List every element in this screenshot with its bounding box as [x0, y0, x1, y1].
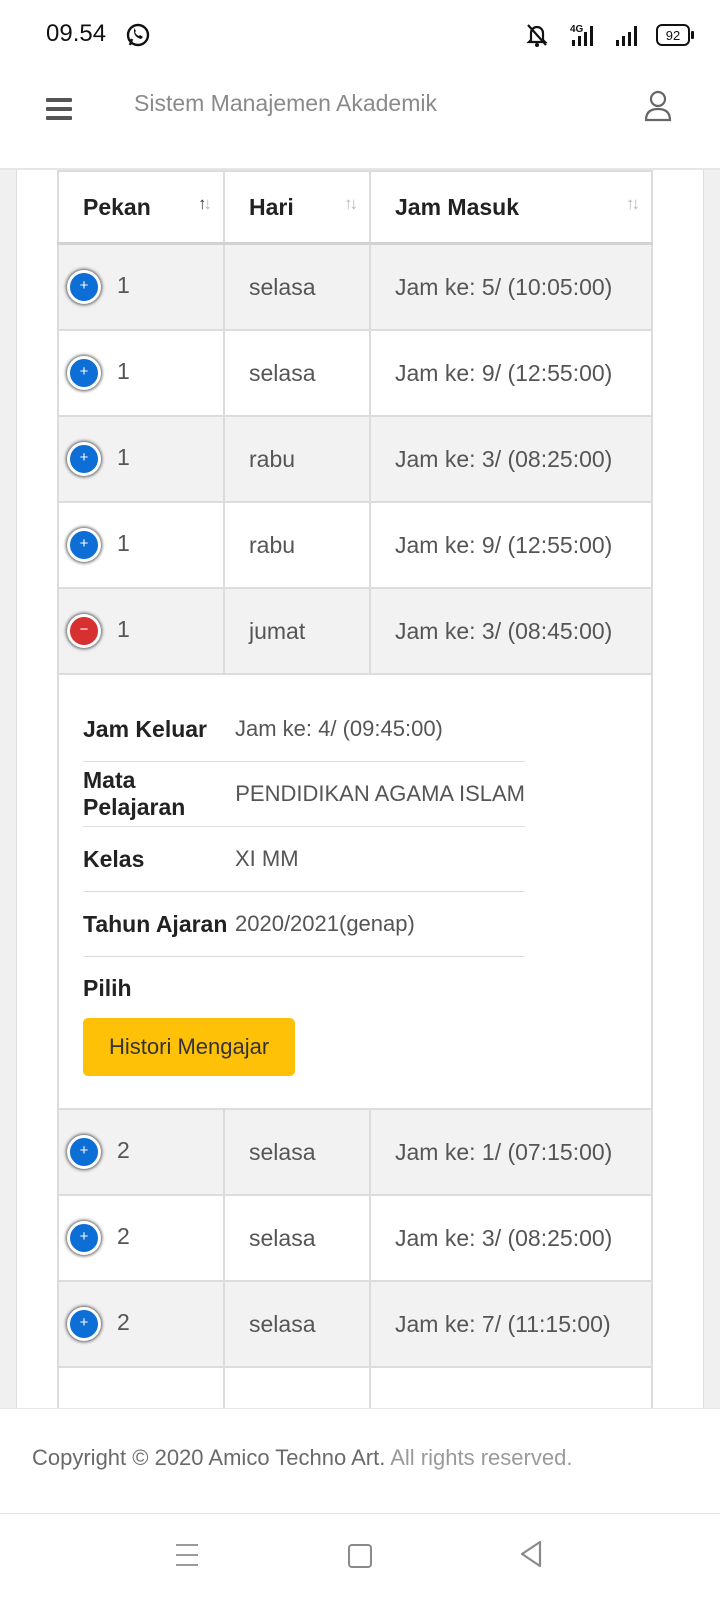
cell-jam-masuk: Jam ke: 9/ (12:55:00) — [369, 501, 653, 589]
table-row-expanded[interactable]: −1 jumat Jam ke: 3/ (08:45:00) — [57, 587, 653, 675]
cell-pekan: 1 — [117, 272, 130, 299]
detail-mata-pelajaran: Mata Pelajaran PENDIDIKAN AGAMA ISLAM — [83, 762, 525, 827]
copyright-owner: Copyright © 2020 Amico Techno Art. — [32, 1445, 386, 1470]
expand-plus-icon[interactable]: + — [67, 1135, 101, 1169]
table-row[interactable]: +2 selasa Jam ke: 1/ (07:15:00) — [57, 1108, 653, 1196]
cell-hari: selasa — [223, 1108, 371, 1196]
cell-jam-masuk: Jam ke: 1/ (07:15:00) — [369, 1108, 653, 1196]
detail-list: Jam Keluar Jam ke: 4/ (09:45:00) Mata Pe… — [83, 697, 525, 957]
schedule-table: Pekan ↑↓ Hari ↑↓ Jam Masuk ↑↓ + 1 selasa… — [57, 170, 653, 1408]
col-header-label: Jam Masuk — [395, 193, 520, 220]
sort-icon[interactable]: ↑↓ — [626, 194, 640, 214]
detail-label: Jam Keluar — [83, 715, 208, 742]
collapse-minus-icon[interactable]: − — [67, 614, 101, 648]
page-footer: Copyright © 2020 Amico Techno Art. All r… — [0, 1408, 720, 1515]
table-row[interactable]: +1 selasa Jam ke: 5/ (10:05:00) — [57, 242, 653, 331]
copyright-rights: All rights reserved. — [390, 1445, 573, 1470]
histori-mengajar-button[interactable]: Histori Mengajar — [83, 1018, 296, 1076]
cell-hari: selasa — [223, 242, 371, 331]
mute-bell-icon — [526, 24, 548, 47]
detail-value: 2020/2021(genap) — [235, 911, 415, 936]
schedule-card: Pekan ↑↓ Hari ↑↓ Jam Masuk ↑↓ + 1 selasa… — [16, 170, 704, 1408]
detail-jam-keluar: Jam Keluar Jam ke: 4/ (09:45:00) — [83, 697, 525, 762]
whatsapp-icon — [126, 23, 150, 47]
detail-tahun-ajaran: Tahun Ajaran 2020/2021(genap) — [83, 892, 525, 957]
expand-plus-icon[interactable]: + — [67, 1221, 101, 1255]
signal-icon — [616, 26, 637, 46]
table-row[interactable]: +1 selasa Jam ke: 9/ (12:55:00) — [57, 329, 653, 417]
expand-plus-icon[interactable]: + — [67, 356, 101, 390]
status-bar: 09.54 4G 92 — [0, 0, 720, 72]
cell-hari: jumat — [223, 587, 371, 675]
signal-4g-icon: 4G — [570, 24, 593, 46]
table-row-partial — [57, 1366, 653, 1408]
status-icons: 4G 92 — [522, 20, 694, 50]
user-icon[interactable] — [644, 90, 672, 122]
detail-label: Tahun Ajaran — [83, 910, 228, 937]
col-header-label: Hari — [249, 193, 294, 220]
cell-pekan: 1 — [117, 444, 130, 471]
system-nav-bar — [0, 1514, 720, 1600]
app-header: Sistem Manajemen Akademik — [0, 72, 720, 170]
detail-pilih-label: Pilih — [83, 975, 132, 1001]
detail-kelas: Kelas XI MM — [83, 827, 525, 892]
detail-label: Mata Pelajaran — [83, 767, 186, 820]
cell-hari: selasa — [223, 1194, 371, 1282]
expand-plus-icon[interactable]: + — [67, 528, 101, 562]
menu-icon[interactable] — [46, 98, 72, 120]
detail-label: Kelas — [83, 845, 145, 872]
table-row[interactable]: +1 rabu Jam ke: 3/ (08:25:00) — [57, 415, 653, 503]
cell-jam-masuk: Jam ke: 5/ (10:05:00) — [369, 242, 653, 331]
row-detail-cell: Jam Keluar Jam ke: 4/ (09:45:00) Mata Pe… — [57, 673, 653, 1110]
battery-icon: 92 — [656, 24, 694, 46]
home-icon[interactable] — [348, 1544, 372, 1568]
cell-jam-masuk: Jam ke: 3/ (08:25:00) — [369, 415, 653, 503]
cell-pekan: 2 — [117, 1309, 130, 1336]
cell-hari: selasa — [223, 1280, 371, 1368]
col-header-label: Pekan — [83, 193, 151, 220]
table-row[interactable]: +2 selasa Jam ke: 7/ (11:15:00) — [57, 1280, 653, 1368]
copyright-text: Copyright © 2020 Amico Techno Art. All r… — [32, 1445, 572, 1471]
cell-pekan: 2 — [117, 1223, 130, 1250]
expand-plus-icon[interactable]: + — [67, 442, 101, 476]
app-title: Sistem Manajemen Akademik — [134, 90, 437, 116]
cell-pekan: 2 — [117, 1137, 130, 1164]
cell-jam-masuk: Jam ke: 3/ (08:25:00) — [369, 1194, 653, 1282]
status-time: 09.54 — [46, 20, 107, 47]
cell-hari: selasa — [223, 329, 371, 417]
back-icon[interactable] — [518, 1540, 544, 1568]
cell-hari: rabu — [223, 415, 371, 503]
row-detail: Jam Keluar Jam ke: 4/ (09:45:00) Mata Pe… — [57, 673, 653, 1110]
cell-hari: rabu — [223, 501, 371, 589]
cell-pekan: 1 — [117, 358, 130, 385]
sort-icon[interactable]: ↑↓ — [344, 194, 358, 214]
table-row[interactable]: +2 selasa Jam ke: 3/ (08:25:00) — [57, 1194, 653, 1282]
svg-text:4G: 4G — [570, 24, 584, 35]
main-content: Pekan ↑↓ Hari ↑↓ Jam Masuk ↑↓ + 1 selasa… — [0, 170, 720, 1408]
cell-pekan: 1 — [117, 530, 130, 557]
cell-jam-masuk: Jam ke: 7/ (11:15:00) — [369, 1280, 653, 1368]
sort-asc-icon[interactable]: ↑↓ — [198, 194, 212, 214]
col-header-jam-masuk[interactable]: Jam Masuk ↑↓ — [369, 170, 653, 245]
table-header-row: Pekan ↑↓ Hari ↑↓ Jam Masuk ↑↓ — [57, 170, 653, 245]
recent-apps-icon[interactable] — [176, 1544, 198, 1574]
col-header-pekan[interactable]: Pekan ↑↓ — [57, 170, 225, 245]
cell-jam-masuk: Jam ke: 3/ (08:45:00) — [369, 587, 653, 675]
detail-value: XI MM — [235, 846, 299, 871]
cell-jam-masuk: Jam ke: 9/ (12:55:00) — [369, 329, 653, 417]
detail-value: PENDIDIKAN AGAMA ISLAM — [235, 781, 525, 806]
cell-pekan: 1 — [117, 616, 130, 643]
detail-value: Jam ke: 4/ (09:45:00) — [235, 716, 443, 741]
expand-plus-icon[interactable]: + — [67, 270, 101, 304]
col-header-hari[interactable]: Hari ↑↓ — [223, 170, 371, 245]
table-row[interactable]: +1 rabu Jam ke: 9/ (12:55:00) — [57, 501, 653, 589]
expand-plus-icon[interactable]: + — [67, 1307, 101, 1341]
schedule-table-wrapper[interactable]: Pekan ↑↓ Hari ↑↓ Jam Masuk ↑↓ + 1 selasa… — [57, 170, 653, 1408]
